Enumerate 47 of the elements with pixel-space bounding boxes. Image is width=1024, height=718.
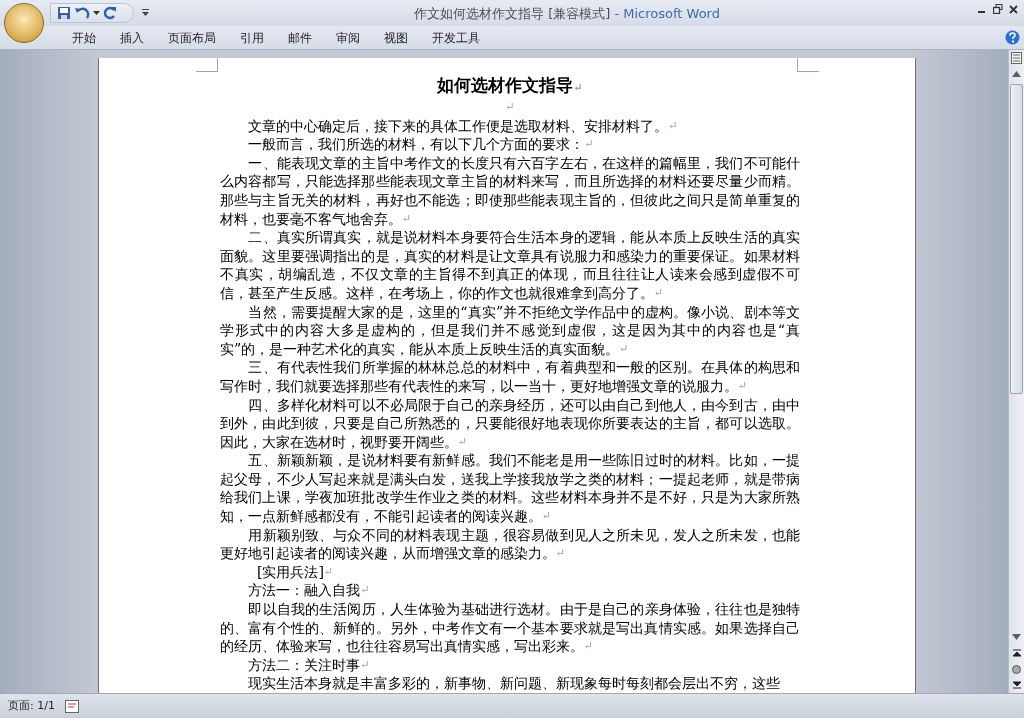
restore-icon[interactable] (993, 4, 1003, 14)
paragraph-text: 五、新颖新颖，是说材料要有新鲜感。我们不能老是用一些陈旧过时的材料。比如，一提起父母，不少人写起来就是满头白发，送我上学接我放学之类的材料；一提起老师，就是带病给我们上课，学夜加班批改学生作业之类的材料。这些材料本身并不是不好，只是为大家所熟知，一点新鲜感都没有，不能引起读者的阅读兴趣。↵ (220, 452, 800, 525)
paragraph-text: 用新颖别致、与众不同的材料表现主题，很容易做到见人之所未见，发人之所未发，也能更好地引起读者的阅读兴趣，从而增强文章的感染力。↵ (220, 526, 800, 562)
paragraph-text: 当然，需要提醒大家的是，这里的“真实”并不拒绝文学作品中的虚构。像小说、剧本等文学形式中的内容大多是虚构的，但是我们并不感觉到虚假，这是因为其中的内容也是“真实”的，是一种艺术化的真实，能从本质上反映生活的真实面貌。↵ (220, 303, 800, 357)
ribbon-tab[interactable]: 视图 (372, 26, 420, 49)
crop-mark (797, 58, 819, 72)
help-icon[interactable] (1005, 30, 1020, 45)
section-heading: [实用兵法]↵ (256, 563, 334, 580)
ruler-icon[interactable] (1011, 52, 1022, 64)
ribbon-tab[interactable]: 开始 (60, 26, 108, 49)
paragraph-text: 方法一：融入自我↵ (248, 582, 370, 599)
paragraph-text: 现实生活本身就是丰富多彩的，新事物、新问题、新现象每时每刻都会层出不穷，这些 (248, 675, 781, 692)
close-icon[interactable] (1009, 4, 1018, 14)
crop-mark (196, 58, 218, 72)
scroll-thumb[interactable] (1010, 84, 1023, 394)
save-icon[interactable] (57, 6, 71, 20)
scroll-up-icon[interactable] (1012, 71, 1021, 77)
paragraph-text: 文章的中心确定后，接下来的具体工作便是选取材料、安排材料了。↵ (248, 117, 678, 134)
page-indicator[interactable]: 页面: 1/1 (8, 697, 55, 715)
paragraph-text: 一、能表现文章的主旨中考作文的长度只有六百字左右，在这样的篇幅里，我们不可能什么内容都写，只能选择那些能表现文章主旨的材料来写，而且所选择的材料还要尽量少而精。那些与主旨无关的材料，再好也不能选；即使那些能表现主旨的，但彼此之间只是简单重复的材料，也要毫不客气地舍弃。↵ (220, 154, 800, 227)
window-title: 作文如何选材作文指导 [兼容模式] - Microsoft Word (414, 5, 720, 23)
ribbon-tab[interactable]: 页面布局 (156, 26, 228, 49)
redo-icon[interactable] (103, 6, 117, 20)
paragraph-text: 方法二：关注时事↵ (248, 656, 370, 673)
undo-icon[interactable] (74, 6, 90, 20)
ribbon-tab[interactable]: 开发工具 (420, 26, 492, 49)
office-button[interactable] (4, 3, 44, 43)
previous-page-icon[interactable] (1012, 649, 1021, 657)
dropdown-icon[interactable] (93, 10, 100, 16)
scroll-down-icon[interactable] (1012, 634, 1021, 640)
paragraph-mark: ↵ (505, 100, 515, 113)
paragraph-text: 一般而言，我们所选的材料，有以下几个方面的要求：↵ (248, 136, 594, 153)
ribbon-tab[interactable]: 审阅 (324, 26, 372, 49)
paragraph-mark: ↵ (573, 81, 583, 94)
paragraph-text: 三、有代表性我们所掌握的林林总总的材料中，有着典型和一般的区别。在具体的构思和写作时，我们就要选择那些有代表性的来写，以一当十，更好地增强文章的说服力。↵ (220, 359, 800, 394)
document-title: 如何选材作文指导 (437, 75, 574, 95)
paragraph-text: 二、真实所谓真实，就是说材料本身要符合生活本身的逻辑，能从本质上反映生活的真实面貌。这里要强调指出的是，真实的材料是让文章具有说服力和感染力的重要保证。如果材料不真实，胡编乱造，不仅文章的主旨得不到真正的体现，而且往往让人读来会感到虚假不可信，甚至产生反感。这样，在考场上，你的作文也就很难拿到高分了。↵ (220, 229, 800, 301)
ribbon-tab[interactable]: 邮件 (276, 26, 324, 49)
ribbon-tab[interactable]: 引用 (228, 26, 276, 49)
next-page-icon[interactable] (1012, 681, 1021, 689)
browse-object-icon[interactable] (1012, 664, 1021, 674)
proofing-icon[interactable] (64, 699, 79, 713)
paragraph-text: 即以自我的生活阅历，人生体验为基础进行选材。由于是自己的亲身体验，往往也是独特的、富有个性的、新鲜的。另外，中考作文有一个基本要求就是写出真情实感。如果选择自己的经历、体验来写，也往往容易写出真情实感，写出彩来。↵ (220, 601, 800, 655)
customize-icon[interactable] (142, 9, 149, 16)
paragraph-text: 四、多样化材料可以不必局限于自己的亲身经历，还可以由自己到他人，由今到古，由中到外，由此到彼，只要是自己所熟悉的，只要能很好地表现你所要表达的主旨，都可以选取。因此，大家在选材时，视野要开阔些。↵ (220, 396, 800, 450)
vertical-scrollbar[interactable] (1008, 50, 1024, 693)
ribbon-tab[interactable]: 插入 (108, 26, 156, 49)
